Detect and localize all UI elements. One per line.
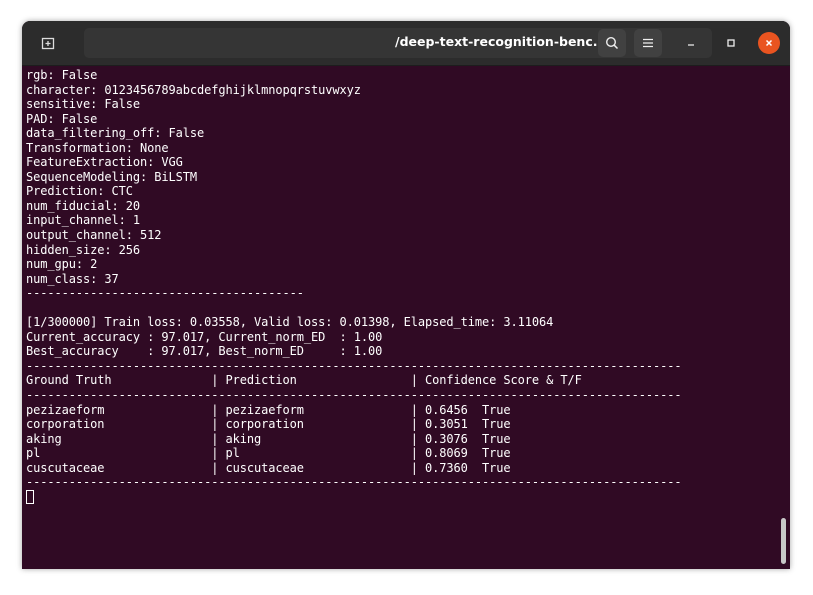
best-accuracy-line: Best_accuracy : 97.017, Best_norm_ED : 1…	[26, 344, 383, 359]
table-row: pezizaeform | pezizaeform | 0.6456 True	[26, 402, 511, 417]
terminal-line: num_fiducial: 20	[26, 198, 140, 213]
search-button[interactable]	[598, 29, 626, 57]
terminal-output[interactable]: rgb: False character: 0123456789abcdefgh…	[26, 68, 776, 568]
prompt-line[interactable]	[26, 489, 776, 505]
terminal-line: sensitive: False	[26, 97, 140, 112]
titlebar: /deep-text-recognition-benc...	[22, 21, 790, 66]
search-icon	[605, 36, 619, 50]
maximize-button[interactable]	[720, 32, 742, 54]
table-row: cuscutaceae | cuscutaceae | 0.7360 True	[26, 460, 511, 475]
window-title: /deep-text-recognition-benc...	[395, 34, 607, 49]
close-icon	[765, 39, 773, 47]
current-accuracy-line: Current_accuracy : 97.017, Current_norm_…	[26, 329, 383, 344]
terminal-line: FeatureExtraction: VGG	[26, 155, 183, 170]
table-separator: ----------------------------------------…	[26, 358, 682, 373]
table-header: Ground Truth | Prediction | Confidence S…	[26, 373, 582, 388]
table-row: corporation | corporation | 0.3051 True	[26, 417, 511, 432]
close-button[interactable]	[758, 32, 780, 54]
training-status-line: [1/300000] Train loss: 0.03558, Valid lo…	[26, 315, 554, 330]
maximize-icon	[727, 39, 735, 47]
terminal-line: output_channel: 512	[26, 228, 162, 243]
table-row: aking | aking | 0.3076 True	[26, 431, 511, 446]
terminal-line: PAD: False	[26, 111, 98, 126]
minimize-button[interactable]	[680, 32, 702, 54]
table-row: pl | pl | 0.8069 True	[26, 446, 511, 461]
terminal-line: rgb: False	[26, 68, 98, 82]
terminal-line: character: 0123456789abcdefghijklmnopqrs…	[26, 82, 361, 97]
new-tab-icon	[41, 37, 55, 50]
table-separator: ----------------------------------------…	[26, 475, 682, 490]
menu-button[interactable]	[634, 29, 662, 57]
terminal-cursor	[26, 489, 34, 504]
terminal-line: hidden_size: 256	[26, 242, 140, 257]
terminal-window: /deep-text-recognition-benc... rgb: Fals…	[22, 21, 790, 569]
terminal-line: Transformation: None	[26, 140, 169, 155]
minimize-icon	[688, 44, 694, 46]
terminal-separator: ---------------------------------------	[26, 286, 304, 301]
scrollbar[interactable]	[781, 518, 786, 564]
terminal-line: SequenceModeling: BiLSTM	[26, 169, 197, 184]
terminal-line: num_class: 37	[26, 271, 119, 286]
terminal-line: input_channel: 1	[26, 213, 140, 228]
hamburger-menu-icon	[643, 38, 653, 48]
table-separator: ----------------------------------------…	[26, 388, 682, 403]
new-tab-button[interactable]	[34, 29, 62, 57]
terminal-line: Prediction: CTC	[26, 184, 133, 199]
terminal-line: data_filtering_off: False	[26, 126, 205, 141]
terminal-line: num_gpu: 2	[26, 257, 98, 272]
